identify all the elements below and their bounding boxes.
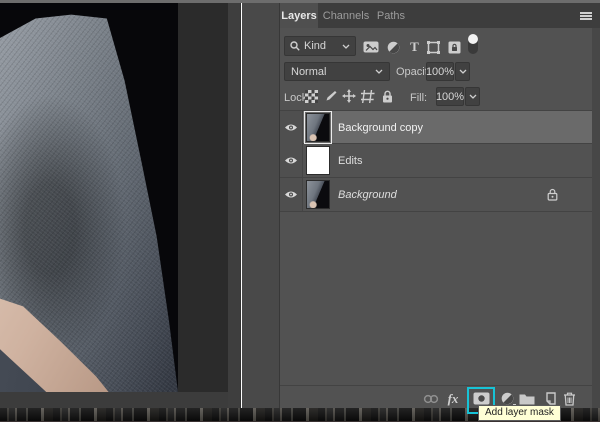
layer-row-background-copy[interactable]: Background copy	[280, 110, 592, 144]
opacity-value-field[interactable]: 100%	[426, 62, 454, 81]
panel-menu-icon[interactable]	[580, 12, 592, 20]
new-layer-icon[interactable]	[540, 391, 558, 406]
opacity-dropdown-button[interactable]	[455, 62, 470, 81]
eye-icon	[284, 156, 298, 165]
layer-list: Background copy Edits Background	[280, 110, 592, 212]
panel-scroll-gutter[interactable]	[592, 28, 600, 408]
chevron-down-icon	[459, 69, 467, 74]
document-pasteboard	[0, 3, 228, 408]
layer-name[interactable]: Edits	[338, 144, 362, 177]
lock-pixels-icon[interactable]	[323, 89, 337, 103]
layer-thumbnail[interactable]	[306, 146, 330, 175]
filter-toggle[interactable]	[468, 34, 478, 54]
pixel-filter-icon[interactable]	[362, 40, 379, 54]
lock-artboard-icon[interactable]	[361, 89, 375, 103]
layer-thumbnail[interactable]	[304, 111, 332, 144]
visibility-cell[interactable]	[280, 178, 303, 211]
page-margin	[0, 422, 600, 428]
layer-row-edits[interactable]: Edits	[280, 144, 592, 178]
layer-lock-icon	[547, 188, 558, 201]
chevron-down-icon	[342, 44, 350, 49]
panel-tab-bar: Layers Channels Paths	[280, 3, 600, 28]
type-filter-icon[interactable]: T	[406, 39, 423, 54]
tab-channels[interactable]: Channels	[322, 3, 370, 28]
dock-divider	[228, 3, 241, 408]
fill-dropdown-button[interactable]	[465, 87, 480, 106]
fill-value: 100%	[435, 90, 465, 103]
lock-all-icon[interactable]	[380, 89, 394, 103]
adjustment-filter-icon[interactable]	[385, 40, 402, 54]
layer-name[interactable]: Background copy	[338, 111, 423, 144]
delete-layer-icon[interactable]	[560, 391, 578, 406]
dock-gutter	[242, 3, 280, 408]
opacity-value: 100%	[425, 65, 455, 78]
shape-filter-icon[interactable]	[425, 40, 442, 54]
search-icon	[290, 41, 300, 51]
fill-label: Fill:	[410, 92, 428, 104]
visibility-cell[interactable]	[280, 144, 303, 177]
lock-position-icon[interactable]	[342, 89, 356, 103]
filter-kind-label: Kind	[304, 40, 327, 52]
filter-kind-dropdown[interactable]: Kind	[284, 36, 356, 56]
tab-layers[interactable]: Layers	[280, 3, 318, 28]
eye-icon	[284, 190, 298, 199]
chevron-down-icon	[469, 94, 477, 99]
link-layers-icon[interactable]	[422, 391, 440, 406]
tab-paths[interactable]: Paths	[374, 3, 408, 28]
layers-panel: Layers Channels Paths Kind T Normal Opac…	[280, 3, 600, 414]
add-layer-mask-icon[interactable]	[472, 391, 490, 406]
layer-style-icon[interactable]: fx	[444, 391, 462, 406]
smart-object-filter-icon[interactable]	[446, 40, 463, 54]
layer-name[interactable]: Background	[338, 178, 397, 211]
photoshop-window: Layers Channels Paths Kind T Normal Opac…	[0, 0, 600, 428]
layer-row-background[interactable]: Background	[280, 178, 592, 212]
lock-transparency-icon[interactable]	[304, 89, 318, 103]
blend-mode-dropdown[interactable]: Normal	[284, 62, 390, 81]
fill-value-field[interactable]: 100%	[436, 87, 464, 106]
chevron-down-icon	[375, 69, 383, 74]
pasteboard-bottom	[0, 392, 228, 408]
eye-icon	[284, 123, 298, 132]
blend-mode-value: Normal	[291, 65, 327, 78]
tooltip-add-layer-mask: Add layer mask	[478, 405, 561, 421]
new-group-icon[interactable]	[518, 391, 536, 406]
canvas-image	[0, 3, 178, 392]
visibility-cell[interactable]	[280, 111, 303, 144]
layer-thumbnail[interactable]	[306, 180, 330, 209]
